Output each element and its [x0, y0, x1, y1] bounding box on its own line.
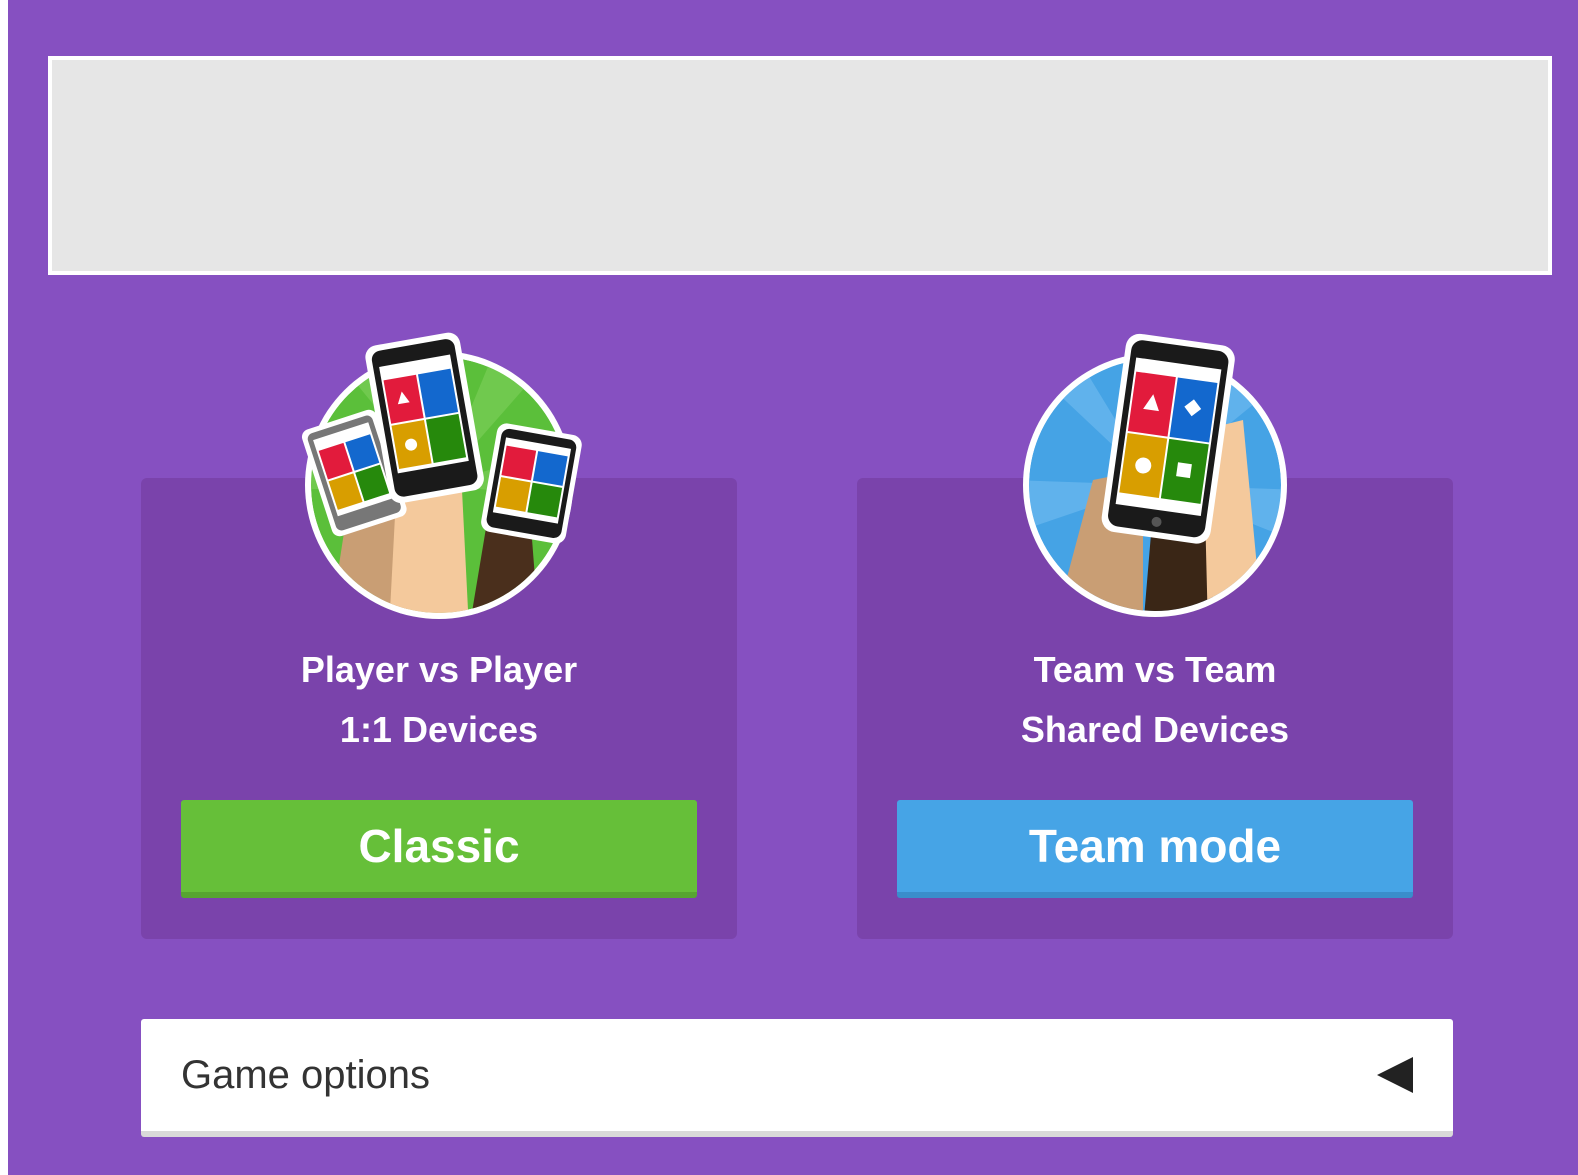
page-background: Player vs Player 1:1 Devices Classic Tea… — [8, 0, 1578, 1175]
classic-mode-title: Player vs Player — [300, 649, 578, 690]
classic-mode-subtitle: 1:1 Devices — [339, 709, 539, 750]
banner-placeholder — [48, 56, 1552, 275]
caret-left-icon — [1377, 1057, 1413, 1093]
team-mode-subtitle: Shared Devices — [1020, 709, 1290, 750]
classic-button[interactable]: Classic — [181, 800, 697, 898]
team-mode-illustration-icon — [1013, 330, 1313, 625]
team-mode-title: Team vs Team — [1033, 649, 1277, 690]
game-options-label: Game options — [181, 1053, 431, 1097]
team-mode-button[interactable]: Team mode — [897, 800, 1413, 898]
classic-mode-illustration-icon — [289, 330, 589, 625]
game-options-toggle[interactable]: Game options — [141, 1019, 1453, 1137]
